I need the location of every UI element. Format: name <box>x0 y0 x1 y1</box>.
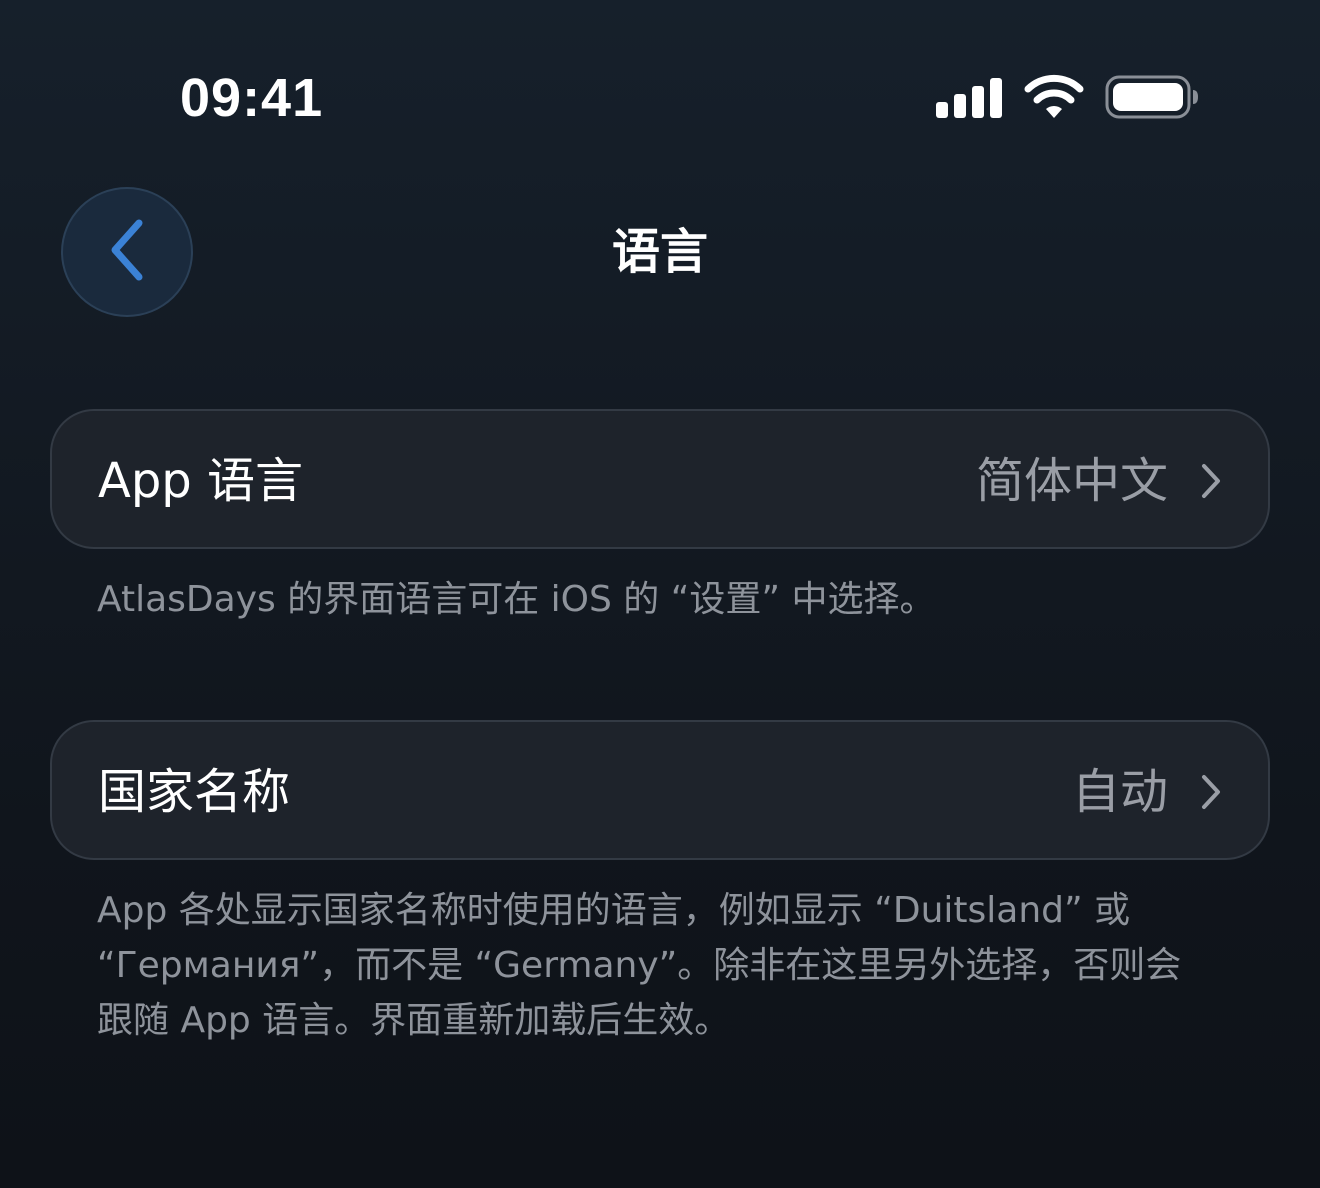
battery-icon <box>1104 74 1200 124</box>
status-icons <box>934 72 1204 122</box>
wifi-icon <box>1024 74 1084 124</box>
app-language-label: App 语言 <box>98 453 304 509</box>
country-names-footnote: App 各处显示国家名称时使用的语言，例如显示 “Duitsland” 或 “Г… <box>97 890 1182 1041</box>
country-names-label: 国家名称 <box>98 764 291 820</box>
page-title: 语言 <box>611 224 708 280</box>
cellular-signal-icon <box>934 76 1004 122</box>
app-language-row[interactable]: App 语言 简体中文 <box>50 409 1270 549</box>
app-language-value: 简体中文 <box>975 453 1168 509</box>
chevron-right-icon <box>1200 774 1222 814</box>
status-time: 09:41 <box>180 68 324 128</box>
app-language-footnote: AtlasDays 的界面语言可在 iOS 的 “设置” 中选择。 <box>97 579 936 620</box>
chevron-right-icon <box>1200 463 1222 503</box>
country-names-row[interactable]: 国家名称 自动 <box>50 720 1270 860</box>
country-names-value: 自动 <box>1071 764 1168 820</box>
